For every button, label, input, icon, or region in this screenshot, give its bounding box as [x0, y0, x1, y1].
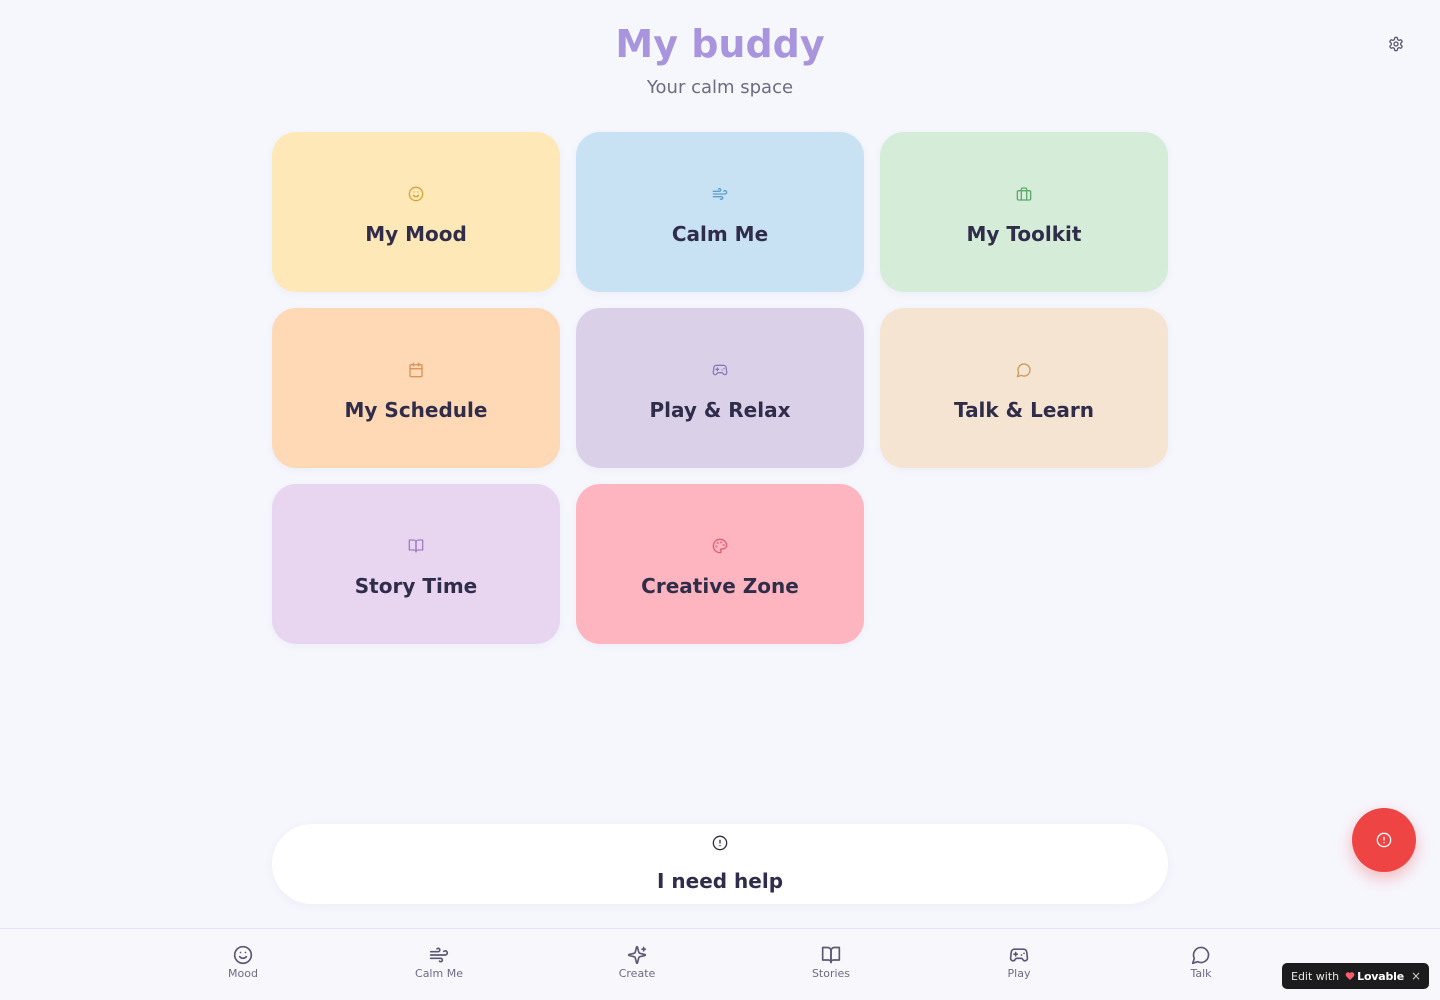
nav-item-play[interactable]: Play	[974, 945, 1064, 981]
card-label: Creative Zone	[641, 574, 799, 598]
book-icon	[821, 946, 841, 964]
nav-label: Stories	[811, 967, 851, 980]
card-label: Play & Relax	[649, 398, 791, 422]
nav-label: Calm Me	[415, 967, 463, 980]
card-play-relax[interactable]: Play & Relax	[576, 308, 864, 468]
card-talk-learn[interactable]: Talk & Learn	[880, 308, 1168, 468]
nav-item-create[interactable]: Create	[592, 945, 682, 981]
card-my-mood[interactable]: My Mood	[272, 132, 560, 292]
sparkles-icon	[627, 945, 647, 965]
chat-icon	[1191, 946, 1210, 965]
badge-close-button[interactable]: ×	[1411, 963, 1421, 989]
nav-label: Create	[618, 967, 656, 980]
wind-icon	[711, 185, 729, 203]
card-label: My Toolkit	[966, 222, 1082, 246]
nav-label: Talk	[1190, 967, 1212, 980]
badge-brand: Lovable	[1357, 969, 1405, 983]
header: My buddy Your calm space	[0, 18, 1440, 100]
nav-label: Play	[1007, 967, 1031, 980]
app-title: My buddy	[615, 22, 825, 66]
bottom-nav: Mood Calm Me Create Stories Play Talk	[0, 928, 1440, 1000]
card-calm-me[interactable]: Calm Me	[576, 132, 864, 292]
palette-icon	[711, 537, 729, 555]
lovable-logo-icon	[1345, 971, 1355, 981]
book-icon	[407, 537, 425, 555]
card-label: Talk & Learn	[954, 398, 1094, 422]
help-button[interactable]: I need help	[272, 824, 1168, 904]
wind-icon	[429, 947, 449, 963]
nav-item-mood[interactable]: Mood	[198, 945, 288, 981]
nav-label: Mood	[228, 967, 258, 980]
card-label: Calm Me	[671, 222, 769, 246]
nav-item-talk[interactable]: Talk	[1156, 945, 1246, 981]
card-story-time[interactable]: Story Time	[272, 484, 560, 644]
badge-edit-text: Edit with	[1291, 969, 1340, 983]
app-subtitle: Your calm space	[646, 77, 794, 98]
smile-icon	[233, 945, 253, 965]
gamepad-icon	[711, 361, 729, 379]
nav-item-calm-me[interactable]: Calm Me	[394, 945, 484, 981]
card-my-toolkit[interactable]: My Toolkit	[880, 132, 1168, 292]
alert-circle-icon	[712, 835, 728, 851]
settings-button[interactable]	[1385, 33, 1407, 55]
gear-icon	[1389, 36, 1403, 52]
card-creative-zone[interactable]: Creative Zone	[576, 484, 864, 644]
card-label: Story Time	[354, 574, 478, 598]
help-label: I need help	[656, 869, 784, 893]
smile-icon	[407, 185, 425, 203]
card-label: My Mood	[365, 222, 467, 246]
briefcase-icon	[1015, 185, 1033, 203]
emergency-fab-button[interactable]	[1352, 808, 1416, 872]
card-label: My Schedule	[344, 398, 488, 422]
calendar-icon	[407, 361, 425, 379]
nav-item-stories[interactable]: Stories	[786, 945, 876, 981]
chat-icon	[1015, 361, 1033, 379]
card-my-schedule[interactable]: My Schedule	[272, 308, 560, 468]
feature-grid: My Mood Calm Me My Toolkit My Schedule P…	[272, 132, 1168, 644]
lovable-badge[interactable]: Edit with Lovable ×	[1282, 963, 1429, 989]
alert-circle-icon	[1376, 832, 1392, 848]
gamepad-icon	[1009, 948, 1029, 962]
